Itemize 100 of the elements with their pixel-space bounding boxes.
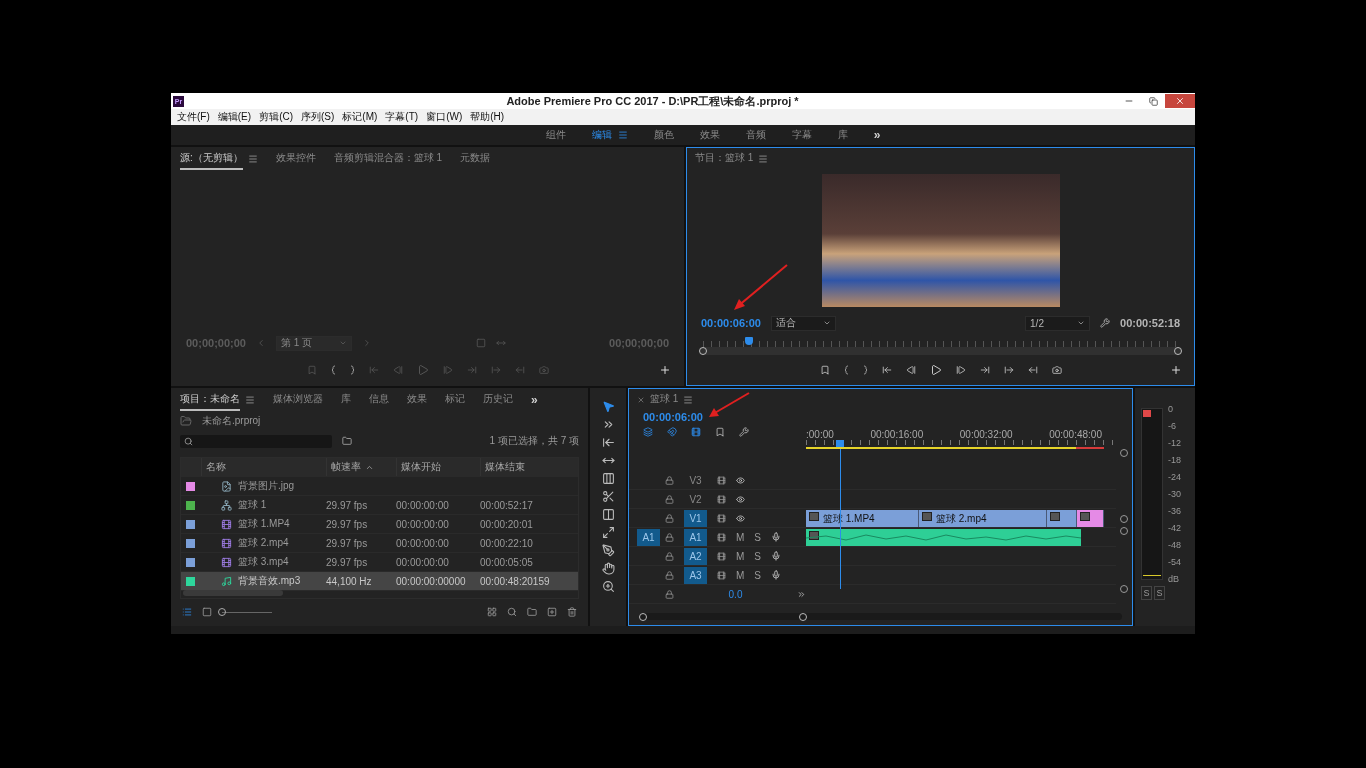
column-header[interactable]: 媒体结束 bbox=[480, 458, 564, 476]
more-tabs-button[interactable]: » bbox=[531, 393, 538, 407]
lock-icon[interactable] bbox=[665, 570, 674, 580]
sync-lock-icon[interactable] bbox=[717, 532, 726, 542]
playhead[interactable] bbox=[836, 440, 845, 447]
lock-icon[interactable] bbox=[665, 475, 674, 485]
close-icon[interactable] bbox=[1175, 96, 1185, 106]
panel-tab[interactable]: 项目：未命名 bbox=[180, 389, 240, 411]
mark-in-icon[interactable] bbox=[330, 365, 336, 375]
mute-button[interactable]: M bbox=[736, 531, 745, 543]
workspace-tab[interactable]: 组件 bbox=[545, 128, 566, 142]
nest-icon[interactable] bbox=[643, 427, 653, 437]
track-target[interactable]: V1 bbox=[684, 509, 707, 527]
source-patch[interactable]: A1 bbox=[637, 528, 660, 546]
panel-menu-icon[interactable] bbox=[683, 395, 694, 405]
menu-item[interactable]: 帮助(H) bbox=[466, 110, 509, 124]
label-swatch[interactable] bbox=[186, 481, 195, 491]
sync-lock-icon[interactable] bbox=[717, 551, 726, 561]
track-size-icon[interactable] bbox=[797, 589, 806, 599]
resolution-dropdown[interactable]: 1/2 bbox=[1025, 315, 1091, 331]
close-icon[interactable] bbox=[637, 396, 645, 404]
panel-tab[interactable]: 节目：篮球 1 bbox=[695, 148, 754, 170]
track-target[interactable]: V2 bbox=[684, 490, 707, 508]
lock-icon[interactable] bbox=[665, 494, 674, 504]
panel-tab[interactable]: 库 bbox=[341, 389, 351, 411]
workspace-tab[interactable]: 效果 bbox=[699, 128, 720, 142]
solo-button[interactable]: S bbox=[754, 569, 761, 581]
add-marker-icon[interactable] bbox=[819, 365, 830, 375]
track-target[interactable]: A2 bbox=[684, 547, 707, 565]
sync-lock-icon[interactable] bbox=[717, 513, 726, 523]
label-swatch[interactable] bbox=[186, 519, 195, 529]
razor-tool-icon[interactable] bbox=[601, 490, 615, 503]
eye-icon[interactable] bbox=[736, 494, 745, 504]
solo-button[interactable]: S bbox=[754, 550, 761, 562]
track-target[interactable]: A1 bbox=[684, 528, 707, 546]
column-header[interactable]: 名称 bbox=[201, 458, 326, 476]
audio-clip[interactable] bbox=[806, 528, 1081, 546]
lock-icon[interactable] bbox=[665, 551, 674, 561]
wrench-icon[interactable] bbox=[1100, 318, 1111, 328]
project-row[interactable]: 背景图片.jpg bbox=[181, 477, 578, 496]
caret-icon[interactable] bbox=[1077, 319, 1086, 327]
video-clip[interactable]: 篮球 2.mp4 bbox=[919, 509, 1047, 527]
zoom-dropdown[interactable]: 适合 bbox=[770, 315, 836, 331]
timecode[interactable]: 00:00:06:00 bbox=[643, 411, 806, 423]
sync-lock-icon[interactable] bbox=[717, 475, 726, 485]
eye-icon[interactable] bbox=[736, 513, 745, 523]
panel-tab[interactable]: 媒体浏览器 bbox=[273, 389, 323, 411]
step-forward-icon[interactable] bbox=[955, 365, 966, 375]
menu-item[interactable]: 文件(F) bbox=[173, 110, 214, 124]
label-swatch[interactable] bbox=[186, 538, 195, 548]
restore-icon[interactable] bbox=[1148, 96, 1158, 106]
mark-out-icon[interactable] bbox=[862, 365, 868, 375]
new-bin-icon[interactable] bbox=[527, 607, 537, 617]
add-button-icon[interactable] bbox=[659, 364, 671, 376]
project-row[interactable]: 篮球 1 29.97 fps 00:00:00:00 00:00:52:17 bbox=[181, 496, 578, 515]
go-to-in-icon[interactable] bbox=[881, 365, 892, 375]
sync-lock-icon[interactable] bbox=[717, 570, 726, 580]
workspace-tab[interactable]: 编辑 bbox=[591, 128, 612, 142]
panel-tab[interactable]: 音频剪辑混合器：篮球 1 bbox=[333, 148, 443, 170]
lock-icon[interactable] bbox=[665, 589, 674, 599]
search-field[interactable] bbox=[180, 434, 332, 448]
label-swatch[interactable] bbox=[186, 557, 195, 567]
track-target[interactable]: A3 bbox=[684, 566, 707, 584]
microphone-icon[interactable] bbox=[771, 532, 781, 542]
solo-button[interactable]: S bbox=[1141, 586, 1152, 600]
go-to-out-icon[interactable] bbox=[979, 365, 990, 375]
caret-icon[interactable] bbox=[822, 319, 831, 327]
panel-tab[interactable]: 效果 bbox=[407, 389, 427, 411]
project-row[interactable]: 篮球 2.mp4 29.97 fps 00:00:00:00 00:00:22:10 bbox=[181, 534, 578, 553]
menu-item[interactable]: 标记(M) bbox=[338, 110, 382, 124]
icon-view-icon[interactable] bbox=[202, 607, 212, 617]
scrollbar[interactable] bbox=[639, 612, 1122, 620]
eye-icon[interactable] bbox=[736, 475, 745, 485]
menu-item[interactable]: 序列(S) bbox=[297, 110, 339, 124]
column-header[interactable]: 媒体开始 bbox=[396, 458, 480, 476]
playhead[interactable] bbox=[745, 337, 754, 345]
search-icon[interactable] bbox=[507, 607, 517, 617]
workspace-tab[interactable]: 音频 bbox=[745, 128, 766, 142]
panel-tab[interactable]: 源:（无剪辑） bbox=[180, 148, 243, 170]
add-marker-icon[interactable] bbox=[306, 365, 317, 375]
master-volume[interactable]: 0.0 bbox=[728, 588, 743, 600]
more-workspaces-button[interactable]: » bbox=[873, 128, 881, 142]
panel-tab[interactable]: 效果控件 bbox=[275, 148, 316, 170]
zoom-tool-icon[interactable] bbox=[601, 580, 615, 593]
mute-button[interactable]: M bbox=[736, 569, 745, 581]
project-row[interactable]: 篮球 1.MP4 29.97 fps 00:00:00:00 00:00:20:01 bbox=[181, 515, 578, 534]
mark-in-icon[interactable] bbox=[843, 365, 849, 375]
panel-tab[interactable]: 标记 bbox=[445, 389, 465, 411]
video-clip[interactable] bbox=[1077, 509, 1104, 527]
mute-button[interactable]: M bbox=[736, 550, 745, 562]
label-swatch[interactable] bbox=[186, 576, 195, 586]
workspace-tab[interactable]: 字幕 bbox=[791, 128, 812, 142]
menu-item[interactable]: 编辑(E) bbox=[213, 110, 256, 124]
video-clip[interactable] bbox=[1047, 509, 1077, 527]
column-header[interactable]: 帧速率 bbox=[326, 458, 396, 476]
play-icon[interactable] bbox=[929, 364, 942, 376]
ripple-tool-icon[interactable] bbox=[601, 436, 615, 449]
close-button[interactable] bbox=[1165, 94, 1195, 108]
new-item-icon[interactable] bbox=[547, 607, 557, 617]
mark-out-icon[interactable] bbox=[349, 365, 355, 375]
